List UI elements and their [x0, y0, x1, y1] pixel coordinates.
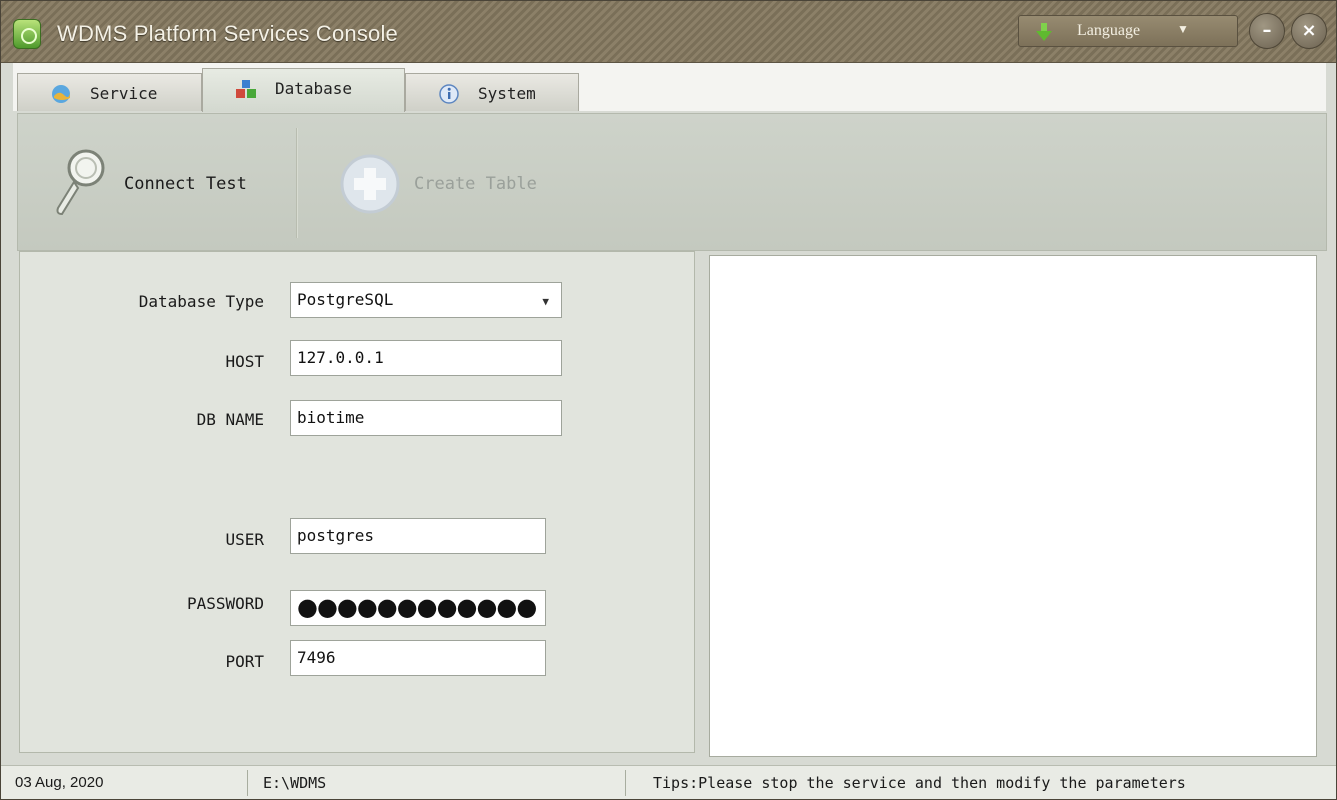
tab-system[interactable]: System: [405, 73, 579, 111]
tab-database-label: Database: [275, 79, 353, 98]
host-input[interactable]: 127.0.0.1: [290, 340, 562, 376]
user-label: USER: [225, 530, 264, 549]
connect-test-label: Connect Test: [124, 174, 247, 194]
toolbar: Connect Test Create Table: [17, 113, 1327, 251]
language-label: Language: [1077, 22, 1141, 39]
status-divider: [247, 770, 248, 796]
port-input[interactable]: 7496: [290, 640, 546, 676]
status-divider: [625, 770, 626, 796]
globe-icon: [52, 85, 70, 103]
create-table-button[interactable]: Create Table: [336, 134, 576, 230]
password-input[interactable]: ●●●●●●●●●●●●: [290, 590, 546, 626]
magnifier-icon: [56, 149, 105, 216]
port-label: PORT: [225, 652, 264, 671]
app-window: WDMS Platform Services Console Language …: [0, 0, 1337, 800]
database-type-value: PostgreSQL: [297, 290, 394, 309]
database-icon: [236, 80, 256, 98]
tab-database[interactable]: Database: [202, 68, 405, 112]
status-bar: 03 Aug, 2020 E:\WDMS Tips:Please stop th…: [1, 765, 1336, 799]
info-icon: [439, 84, 459, 104]
title-bar[interactable]: WDMS Platform Services Console Language …: [1, 1, 1336, 63]
add-icon: [340, 154, 400, 214]
output-log-panel[interactable]: [709, 255, 1317, 757]
status-date: 03 Aug, 2020: [15, 774, 104, 791]
db-name-label: DB NAME: [196, 410, 264, 429]
database-type-select[interactable]: PostgreSQL ▼: [290, 282, 562, 318]
minimize-button[interactable]: –: [1249, 13, 1285, 49]
tab-service[interactable]: Service: [17, 73, 202, 111]
database-type-label: Database Type: [138, 292, 264, 311]
language-button[interactable]: Language ▼: [1018, 15, 1238, 47]
create-table-label: Create Table: [414, 174, 537, 194]
tab-system-label: System: [478, 84, 536, 103]
close-button[interactable]: ×: [1291, 13, 1327, 49]
db-name-input[interactable]: biotime: [290, 400, 562, 436]
tab-strip: Service Database System: [13, 63, 1326, 112]
status-tips: Tips:Please stop the service and then mo…: [653, 774, 1186, 792]
host-label: HOST: [225, 352, 264, 371]
window-title: WDMS Platform Services Console: [57, 21, 398, 46]
user-input[interactable]: postgres: [290, 518, 546, 554]
toolbar-separator: [296, 128, 298, 238]
tab-service-label: Service: [90, 84, 158, 103]
chevron-down-icon: ▼: [542, 295, 549, 308]
database-settings-form: Database Type PostgreSQL ▼ HOST 127.0.0.…: [19, 251, 695, 753]
download-arrow-icon: [1036, 23, 1052, 41]
status-path: E:\WDMS: [263, 774, 327, 792]
password-label: PASSWORD: [186, 594, 264, 613]
chevron-down-icon: ▼: [1177, 22, 1189, 36]
connect-test-button[interactable]: Connect Test: [48, 134, 278, 230]
app-logo-icon: [13, 19, 41, 49]
